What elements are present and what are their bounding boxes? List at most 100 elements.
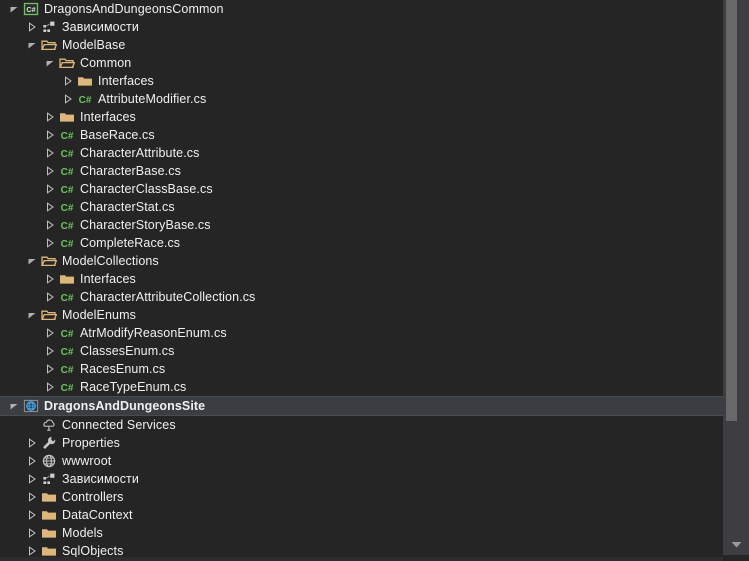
chevron-right-icon[interactable] [42, 198, 58, 216]
chevron-down-icon[interactable] [24, 306, 40, 324]
tree-row[interactable]: Controllers [0, 488, 723, 506]
chevron-right-icon[interactable] [24, 18, 40, 36]
svg-text:C#: C# [61, 221, 74, 232]
tree-row[interactable]: C# CharacterAttribute.cs [0, 144, 723, 162]
chevron-down-icon[interactable] [24, 36, 40, 54]
chevron-right-icon[interactable] [42, 144, 58, 162]
indent-spacer [0, 506, 24, 524]
tree-row[interactable]: C# RacesEnum.cs [0, 360, 723, 378]
solution-tree[interactable]: C# DragonsAndDungeonsCommon Зависимости Mod… [0, 0, 723, 561]
csharp-file-icon: C# [58, 234, 76, 252]
chevron-right-icon[interactable] [24, 434, 40, 452]
tree-row[interactable]: DataContext [0, 506, 723, 524]
tree-row-label: ModelCollections [62, 254, 159, 268]
wrench-icon [40, 434, 58, 452]
chevron-right-icon[interactable] [60, 90, 76, 108]
chevron-right-icon[interactable] [42, 360, 58, 378]
chevron-right-icon[interactable] [24, 506, 40, 524]
folder-open-icon [40, 36, 58, 54]
tree-row[interactable]: C# CompleteRace.cs [0, 234, 723, 252]
tree-row[interactable]: Interfaces [0, 108, 723, 126]
indent-spacer [0, 434, 24, 452]
chevron-down-icon[interactable] [6, 0, 22, 18]
chevron-down-icon[interactable] [6, 397, 22, 415]
tree-row-label: CharacterStat.cs [80, 200, 175, 214]
tree-row[interactable]: Models [0, 524, 723, 542]
chevron-right-icon[interactable] [24, 488, 40, 506]
globe-icon [40, 452, 58, 470]
tree-row-label: AtrModifyReasonEnum.cs [80, 326, 227, 340]
tree-row-selected[interactable]: DragonsAndDungeonsSite [0, 396, 723, 416]
scrollbar-track-lower[interactable] [723, 421, 749, 533]
indent-spacer [0, 126, 42, 144]
chevron-down-icon[interactable] [42, 54, 58, 72]
chevron-right-icon[interactable] [24, 524, 40, 542]
tree-row[interactable]: Зависимости [0, 470, 723, 488]
chevron-right-icon[interactable] [42, 342, 58, 360]
vertical-scrollbar[interactable] [723, 0, 749, 561]
tree-row[interactable]: C# BaseRace.cs [0, 126, 723, 144]
folder-icon [58, 108, 76, 126]
tree-row[interactable]: Common [0, 54, 723, 72]
tree-row[interactable]: C# DragonsAndDungeonsCommon [0, 0, 723, 18]
tree-row[interactable]: ModelBase [0, 36, 723, 54]
tree-row[interactable]: Interfaces [0, 270, 723, 288]
tree-row-label: Зависимости [62, 20, 139, 34]
tree-row[interactable]: C# AttributeModifier.cs [0, 90, 723, 108]
tree-row-label: CharacterAttribute.cs [80, 146, 200, 160]
indent-spacer [0, 18, 24, 36]
tree-row[interactable]: ModelCollections [0, 252, 723, 270]
tree-row-label: CharacterAttributeCollection.cs [80, 290, 256, 304]
indent-spacer [0, 72, 60, 90]
indent-spacer [0, 360, 42, 378]
chevron-right-icon[interactable] [42, 216, 58, 234]
tree-row[interactable]: C# AtrModifyReasonEnum.cs [0, 324, 723, 342]
tree-row[interactable]: C# CharacterBase.cs [0, 162, 723, 180]
svg-text:C#: C# [61, 293, 74, 304]
tree-row[interactable]: C# CharacterStat.cs [0, 198, 723, 216]
tree-row[interactable]: C# CharacterAttributeCollection.cs [0, 288, 723, 306]
expander-placeholder [24, 416, 40, 434]
scrollbar-thumb[interactable] [726, 0, 737, 421]
indent-spacer [0, 162, 42, 180]
csharp-project-icon: C# [22, 0, 40, 18]
chevron-right-icon[interactable] [42, 324, 58, 342]
tree-row[interactable]: C# RaceTypeEnum.cs [0, 378, 723, 396]
tree-row-label: CharacterClassBase.cs [80, 182, 213, 196]
tree-row[interactable]: C# CharacterClassBase.cs [0, 180, 723, 198]
tree-row-label: Properties [62, 436, 120, 450]
indent-spacer [0, 252, 24, 270]
svg-text:C#: C# [61, 347, 74, 358]
csharp-file-icon: C# [58, 378, 76, 396]
tree-row-label: SqlObjects [62, 544, 124, 558]
chevron-right-icon[interactable] [42, 108, 58, 126]
chevron-right-icon[interactable] [42, 126, 58, 144]
tree-row-label: ModelBase [62, 38, 126, 52]
dependencies-icon [40, 470, 58, 488]
svg-text:C#: C# [61, 203, 74, 214]
tree-row[interactable]: ModelEnums [0, 306, 723, 324]
tree-row[interactable]: C# ClassesEnum.cs [0, 342, 723, 360]
chevron-right-icon[interactable] [60, 72, 76, 90]
tree-row[interactable]: Interfaces [0, 72, 723, 90]
chevron-right-icon[interactable] [42, 270, 58, 288]
solution-explorer-panel: C# DragonsAndDungeonsCommon Зависимости Mod… [0, 0, 749, 561]
chevron-right-icon[interactable] [42, 162, 58, 180]
scrollbar-down-button[interactable] [723, 533, 749, 555]
folder-open-icon [40, 252, 58, 270]
tree-row[interactable]: Зависимости [0, 18, 723, 36]
web-project-icon [22, 397, 40, 415]
chevron-right-icon[interactable] [42, 288, 58, 306]
tree-row[interactable]: wwwroot [0, 452, 723, 470]
chevron-right-icon[interactable] [24, 452, 40, 470]
tree-row-label: CharacterStoryBase.cs [80, 218, 211, 232]
chevron-right-icon[interactable] [24, 470, 40, 488]
folder-open-icon [40, 306, 58, 324]
chevron-right-icon[interactable] [42, 378, 58, 396]
chevron-down-icon[interactable] [24, 252, 40, 270]
chevron-right-icon[interactable] [42, 180, 58, 198]
tree-row[interactable]: Connected Services [0, 416, 723, 434]
chevron-right-icon[interactable] [42, 234, 58, 252]
tree-row[interactable]: C# CharacterStoryBase.cs [0, 216, 723, 234]
tree-row[interactable]: Properties [0, 434, 723, 452]
